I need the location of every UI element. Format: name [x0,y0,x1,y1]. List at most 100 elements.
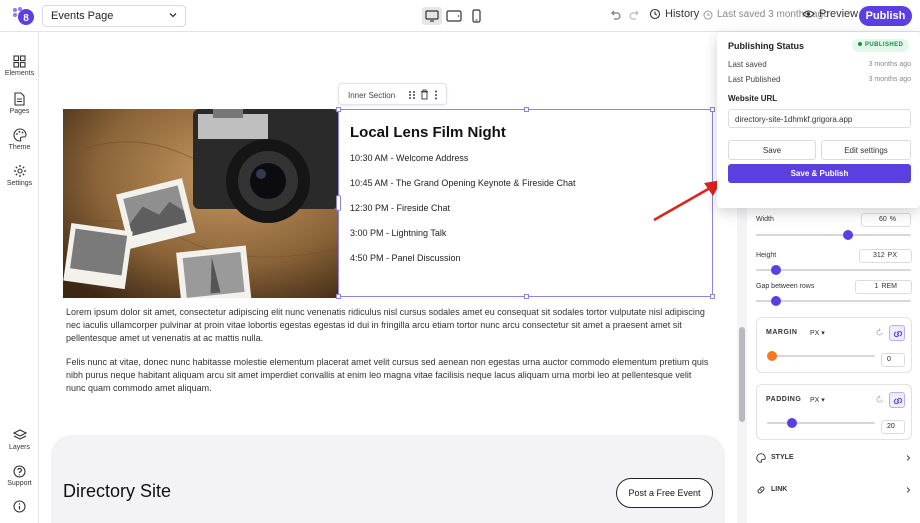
schedule-item[interactable]: 3:00 PM - Lightning Talk [350,228,446,238]
publish-button[interactable]: Publish [859,6,912,26]
schedule-item[interactable]: 12:30 PM - Fireside Chat [350,203,450,213]
margin-value[interactable]: 0 [881,353,905,367]
post-event-button[interactable]: Post a Free Event [616,478,713,508]
schedule-item[interactable]: 10:30 AM - Welcome Address [350,153,468,163]
event-title[interactable]: Local Lens Film Night [350,124,506,141]
slider-knob[interactable] [767,351,777,361]
gap-label: Gap between rows [756,283,815,290]
sidebar-item-label: Elements [4,70,35,77]
margin-slider[interactable] [767,350,875,362]
directory-title[interactable]: Directory Site [63,481,171,502]
body-paragraph[interactable]: Felis nunc at vitae, donec nunc habitass… [66,356,711,395]
side-resize-handle[interactable] [336,195,341,211]
inner-section-toolbar: Inner Section [338,83,447,105]
resize-handle[interactable] [336,294,341,299]
padding-value[interactable]: 20 [881,420,905,434]
desktop-icon [425,10,439,22]
height-input[interactable]: 312 PX [859,249,912,263]
padding-unit: PX [810,397,820,404]
resize-handle[interactable] [336,107,341,112]
logo-icon[interactable]: 8 [11,6,35,26]
website-url-field[interactable]: directory-site-1dhmkf.grigora.app [728,109,911,128]
height-slider[interactable] [756,264,911,276]
chevron-down-icon [169,13,177,18]
resize-handle[interactable] [524,107,529,112]
trash-icon[interactable] [420,89,429,100]
save-button[interactable]: Save [728,140,816,160]
preview-label: Preview [819,8,859,20]
sidebar-item-support[interactable]: Support [0,465,39,487]
sidebar-item-label: Support [7,480,32,487]
layers-icon [12,429,27,440]
reset-icon[interactable] [875,395,884,404]
sidebar-item-theme[interactable]: Theme [0,128,39,151]
scrollbar-thumb[interactable] [739,327,745,422]
chevron-right-icon [906,487,911,493]
width-slider[interactable] [756,229,911,241]
save-and-publish-button[interactable]: Save & Publish [728,164,911,183]
body-paragraph[interactable]: Lorem ipsum dolor sit amet, consectetur … [66,306,711,345]
sidebar-item-settings[interactable]: Settings [0,164,39,187]
preview-button[interactable]: Preview [802,8,858,20]
margin-link-button[interactable] [889,325,905,341]
pages-icon [14,92,25,106]
width-input[interactable]: 60% [861,213,911,227]
padding-title: PADDING [766,396,802,403]
eye-icon [802,10,815,18]
last-saved-row: Last saved 3 months ago [728,60,911,69]
history-label: History [665,8,700,20]
link-icon [757,486,765,494]
padding-unit-select[interactable]: PX ▾ [810,396,825,404]
slider-knob[interactable] [843,230,853,240]
left-sidebar: Elements Pages Theme Settings Layers Sup… [0,32,39,523]
event-image[interactable] [63,109,338,298]
inner-section-label: Inner Section [348,91,396,100]
resize-handle[interactable] [710,294,715,299]
padding-slider[interactable] [767,417,875,429]
sidebar-item-elements[interactable]: Elements [0,55,39,77]
slider-knob[interactable] [770,296,781,306]
reset-icon[interactable] [875,328,884,337]
more-icon[interactable] [434,90,438,100]
margin-card: MARGIN PX ▾ 0 [756,317,912,373]
last-saved-label: Last saved [728,60,767,69]
schedule-item[interactable]: 10:45 AM - The Grand Opening Keynote & F… [350,178,575,188]
resize-handle[interactable] [524,294,529,299]
link-label: LINK [771,486,788,493]
gap-input[interactable]: 1 REM [855,280,912,294]
last-published-row: Last Published 3 months ago [728,75,911,84]
page-selector[interactable]: Events Page [42,5,186,27]
height-unit: PX [887,252,897,259]
drag-icon[interactable] [408,90,416,100]
gear-icon [13,165,26,177]
height-value: 312 [872,252,885,259]
last-published-value: 3 months ago [868,76,911,83]
grid-icon [13,55,26,68]
chevron-right-icon [906,455,911,461]
history-button[interactable]: History [649,8,699,20]
publishing-title: Publishing Status [728,41,805,51]
slider-knob[interactable] [770,265,781,275]
schedule-item[interactable]: 4:50 PM - Panel Discussion [350,253,461,263]
publishing-status-popover: Publishing Status PUBLISHED Last saved 3… [717,32,920,208]
margin-unit-select[interactable]: PX ▾ [810,329,825,337]
edit-settings-button[interactable]: Edit settings [821,140,911,160]
device-desktop-button[interactable] [422,7,442,25]
directory-section[interactable]: Directory Site Post a Free Event [51,435,725,523]
info-button[interactable] [0,500,39,515]
sidebar-item-label: Pages [9,108,30,115]
padding-link-button[interactable] [889,392,905,408]
slider-knob[interactable] [786,418,797,428]
editor-canvas[interactable]: Inner Section Local Lens Film Night 10:3… [39,32,737,523]
device-tablet-button[interactable] [444,7,464,25]
undo-icon[interactable] [608,8,622,22]
redo-icon[interactable] [628,8,642,22]
device-mobile-button[interactable] [466,7,486,25]
resize-handle[interactable] [710,107,715,112]
palette-icon [12,128,27,142]
height-label: Height [756,252,777,259]
sidebar-item-layers[interactable]: Layers [0,429,39,451]
palette-icon [756,453,766,463]
sidebar-item-pages[interactable]: Pages [0,92,39,115]
gap-slider[interactable] [756,295,911,307]
